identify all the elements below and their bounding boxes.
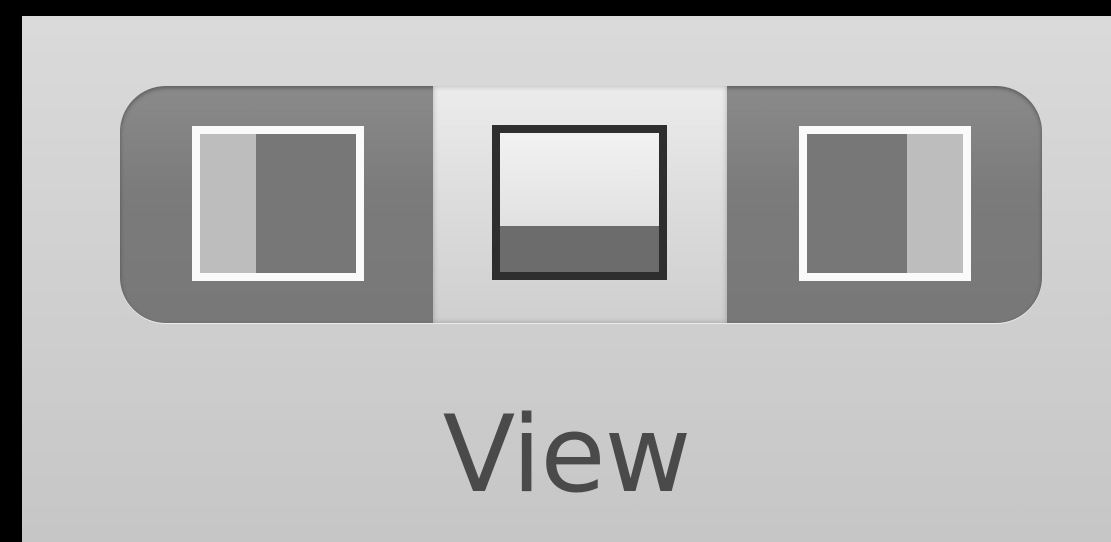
toggle-right-sidebar-button[interactable]	[727, 86, 1042, 323]
bottom-pane-icon	[492, 125, 667, 280]
right-sidebar-icon	[799, 126, 971, 281]
view-segmented-control	[120, 86, 1042, 323]
left-sidebar-icon	[192, 126, 364, 281]
toggle-left-sidebar-button[interactable]	[120, 86, 433, 323]
toolbar-panel: View	[22, 16, 1111, 542]
view-group-label: View	[442, 393, 692, 516]
toggle-bottom-pane-button[interactable]	[433, 86, 727, 323]
